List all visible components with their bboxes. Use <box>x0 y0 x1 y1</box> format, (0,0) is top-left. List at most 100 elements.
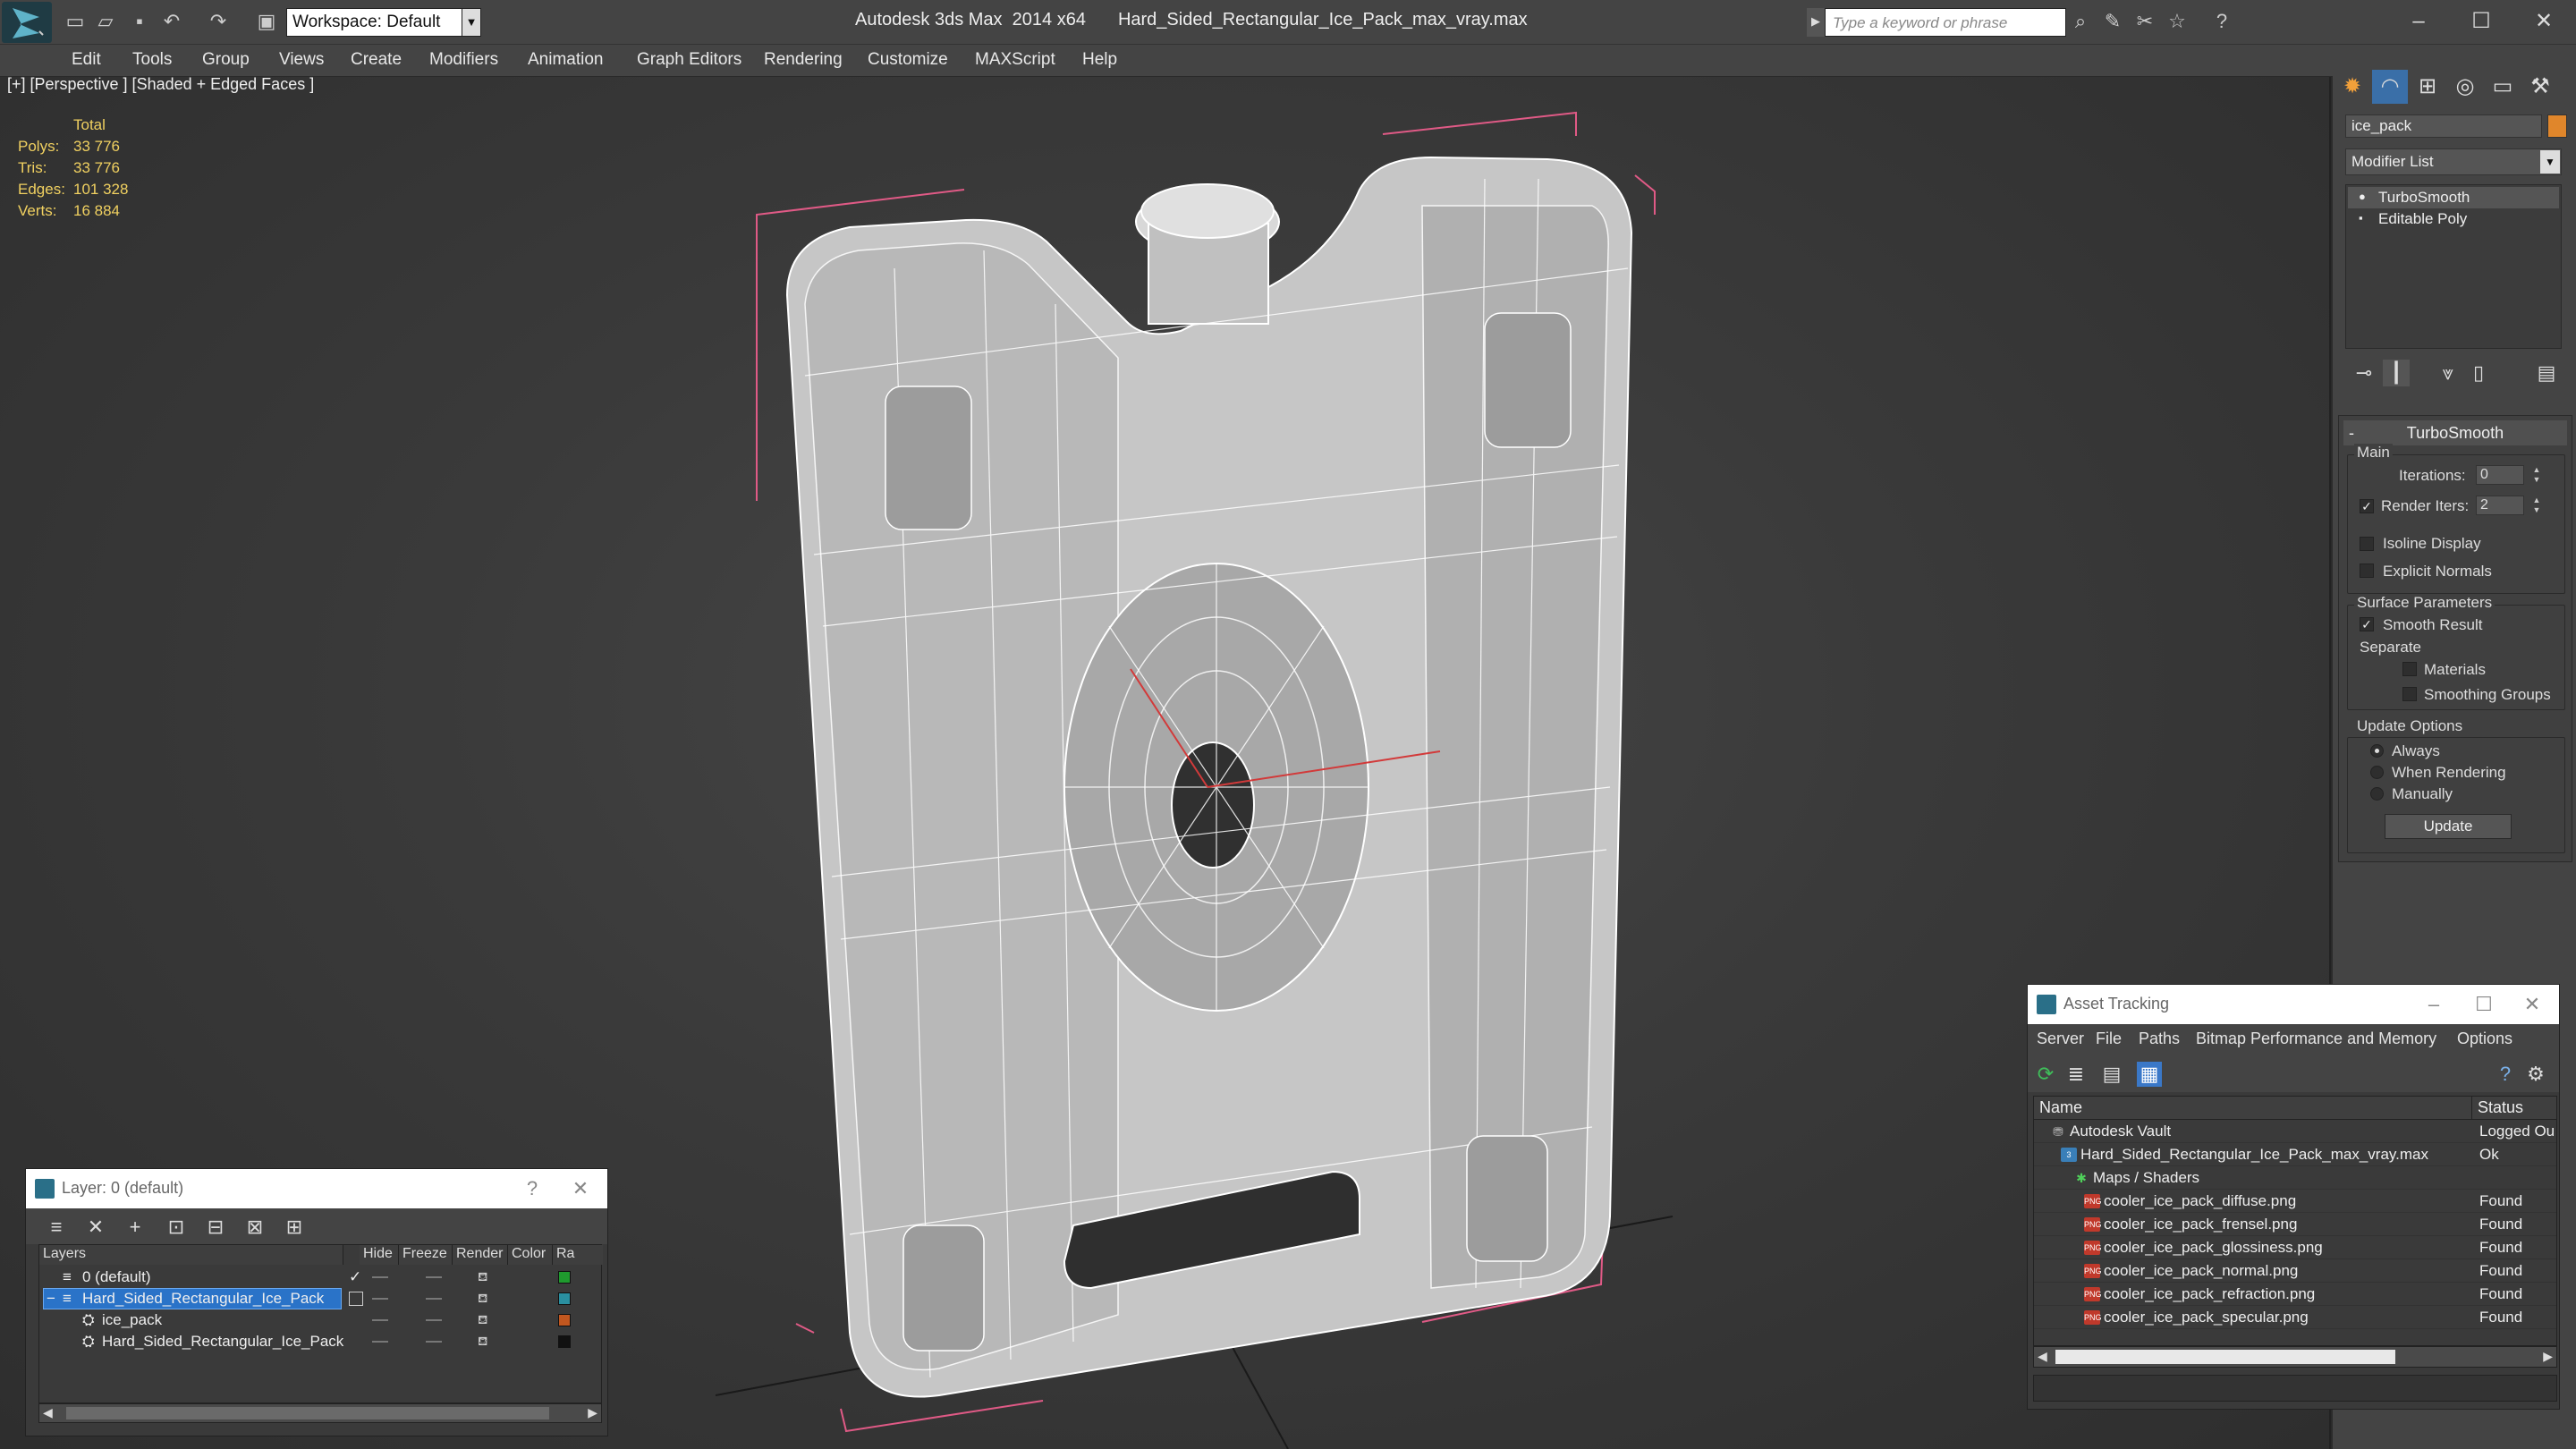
make-unique-icon[interactable]: ⩔ <box>2435 360 2462 386</box>
maximize-button[interactable]: ☐ <box>2454 4 2508 39</box>
layer-color-swatch[interactable] <box>558 1292 571 1305</box>
scroll-right-icon[interactable]: ▶ <box>2543 1349 2553 1364</box>
highlight-selected-icon[interactable]: ⊟ <box>203 1215 228 1240</box>
list-view-icon[interactable]: ≣ <box>2063 1062 2089 1087</box>
layer-color-swatch[interactable] <box>558 1271 571 1284</box>
smoothing-groups-checkbox[interactable] <box>2402 687 2417 701</box>
subscription-icon[interactable]: ✎ <box>2102 11 2123 32</box>
menu-customize[interactable]: Customize <box>868 50 948 70</box>
object-color-swatch[interactable] <box>2547 114 2567 138</box>
hide-toggle[interactable] <box>372 1298 388 1300</box>
redo-icon[interactable]: ↷ <box>208 11 229 32</box>
col-render[interactable]: Render <box>453 1245 508 1265</box>
smooth-result-checkbox[interactable]: ✓ <box>2360 617 2374 631</box>
menu-graph-editors[interactable]: Graph Editors <box>637 50 741 70</box>
asset-row-specular[interactable]: PNG cooler_ice_pack_specular.png Found <box>2034 1306 2556 1329</box>
layer-row-hard-sided-object[interactable]: ⛭ Hard_Sided_Rectangular_Ice_Pack ⛾ <box>39 1331 601 1352</box>
viewport-label[interactable]: [+] [Perspective ] [Shaded + Edged Faces… <box>7 75 314 94</box>
col-freeze[interactable]: Freeze <box>399 1245 453 1265</box>
expand-plus-icon[interactable]: ▪ <box>2359 212 2371 225</box>
layer-color-swatch[interactable] <box>558 1314 571 1326</box>
render-teapot-icon[interactable]: ⛾ <box>478 1291 492 1305</box>
explicit-normals-checkbox[interactable] <box>2360 564 2374 578</box>
freeze-toggle[interactable] <box>426 1341 442 1343</box>
search-input[interactable]: Type a keyword or phrase <box>1825 8 2066 37</box>
menu-help[interactable]: Help <box>1082 50 1117 70</box>
asset-row-frensel[interactable]: PNG cooler_ice_pack_frensel.png Found <box>2034 1213 2556 1236</box>
utilities-tab-icon[interactable]: ⚒ <box>2522 70 2558 104</box>
binoculars-icon[interactable]: ⌕ <box>2070 11 2091 32</box>
active-layer-check-icon[interactable]: ✓ <box>349 1268 361 1286</box>
new-layer-icon[interactable]: ≡ <box>44 1215 69 1240</box>
menu-group[interactable]: Group <box>202 50 250 70</box>
open-file-icon[interactable]: ▱ <box>95 11 116 32</box>
save-file-icon[interactable]: ▪ <box>129 11 150 32</box>
col-status[interactable]: Status <box>2472 1097 2556 1120</box>
pin-stack-icon[interactable]: ⊸ <box>2351 360 2377 386</box>
menu-edit[interactable]: Edit <box>72 50 101 70</box>
isoline-display-checkbox[interactable] <box>2360 537 2374 551</box>
menu-animation[interactable]: Animation <box>528 50 604 70</box>
display-tab-icon[interactable]: ▭ <box>2485 70 2521 104</box>
vault-help-icon[interactable]: ? <box>2493 1062 2518 1087</box>
configure-sets-icon[interactable]: ▤ <box>2533 360 2560 386</box>
freeze-toggle[interactable] <box>426 1319 442 1321</box>
select-objects-icon[interactable]: ⊡ <box>164 1215 189 1240</box>
asset-row-maps-shaders[interactable]: ✱ Maps / Shaders <box>2034 1166 2556 1190</box>
update-manually-radio[interactable] <box>2370 787 2384 801</box>
layer-color-swatch[interactable] <box>558 1335 571 1348</box>
menu-rendering[interactable]: Rendering <box>764 50 843 70</box>
menu-maxscript[interactable]: MAXScript <box>975 50 1055 70</box>
col-color[interactable]: Color <box>508 1245 553 1265</box>
collapse-minus-icon[interactable]: - <box>2349 420 2354 445</box>
asset-row-max-file[interactable]: 3 Hard_Sided_Rectangular_Ice_Pack_max_vr… <box>2034 1143 2556 1166</box>
col-hide[interactable]: Hide <box>360 1245 399 1265</box>
remove-modifier-icon[interactable]: ▯ <box>2465 360 2492 386</box>
render-iters-spinner[interactable]: 2 <box>2476 496 2524 515</box>
stack-item-turbosmooth[interactable]: ● TurboSmooth <box>2348 187 2559 208</box>
project-folder-icon[interactable]: ▣ <box>256 11 277 32</box>
minimize-button[interactable]: – <box>2392 4 2445 39</box>
scroll-thumb[interactable] <box>2055 1350 2395 1364</box>
freeze-toggle[interactable] <box>426 1298 442 1300</box>
thumbnail-view-icon[interactable]: ▤ <box>2099 1062 2124 1087</box>
asset-row-normal[interactable]: PNG cooler_ice_pack_normal.png Found <box>2034 1259 2556 1283</box>
maximize-button[interactable]: ☐ <box>2466 992 2502 1017</box>
menu-options[interactable]: Options <box>2457 1030 2512 1048</box>
freeze-all-layers-icon[interactable]: ⊞ <box>282 1215 307 1240</box>
menu-server[interactable]: Server <box>2037 1030 2084 1048</box>
rollout-title[interactable]: TurboSmooth <box>2343 420 2567 445</box>
hide-toggle[interactable] <box>372 1276 388 1278</box>
workspace-select[interactable]: Workspace: Default <box>286 8 479 37</box>
menu-create[interactable]: Create <box>351 50 402 70</box>
iterations-spinner[interactable]: 0 <box>2476 465 2524 485</box>
modifier-list-dropdown[interactable]: Modifier List <box>2345 148 2562 175</box>
hierarchy-tab-icon[interactable]: ⊞ <box>2410 70 2445 104</box>
menu-file[interactable]: File <box>2096 1030 2122 1048</box>
new-file-icon[interactable]: ▭ <box>64 11 86 32</box>
scroll-right-icon[interactable]: ▶ <box>588 1405 597 1420</box>
spinner-arrows-icon[interactable]: ▲ ▼ <box>2531 465 2542 485</box>
update-always-radio[interactable] <box>2370 744 2384 758</box>
render-teapot-icon[interactable]: ⛾ <box>478 1334 492 1348</box>
col-layers[interactable]: Layers <box>39 1245 343 1265</box>
create-tab-icon[interactable]: ✹ <box>2334 70 2370 104</box>
menu-views[interactable]: Views <box>279 50 324 70</box>
menu-modifiers[interactable]: Modifiers <box>429 50 498 70</box>
close-icon[interactable]: ✕ <box>563 1176 598 1201</box>
delete-layer-icon[interactable]: ✕ <box>83 1215 108 1240</box>
render-teapot-icon[interactable]: ⛾ <box>478 1312 492 1326</box>
communication-icon[interactable]: ✂ <box>2134 11 2156 32</box>
modify-tab-icon[interactable]: ◠ <box>2372 70 2408 104</box>
asset-row-diffuse[interactable]: PNG cooler_ice_pack_diffuse.png Found <box>2034 1190 2556 1213</box>
close-button[interactable]: ✕ <box>2517 4 2571 39</box>
motion-tab-icon[interactable]: ◎ <box>2447 70 2483 104</box>
asset-window-titlebar[interactable]: Asset Tracking – ☐ ✕ <box>2028 985 2559 1024</box>
undo-icon[interactable]: ↶ <box>161 11 182 32</box>
hide-all-layers-icon[interactable]: ⊠ <box>242 1215 267 1240</box>
materials-checkbox[interactable] <box>2402 662 2417 676</box>
stack-item-editable-poly[interactable]: ▪ Editable Poly <box>2348 208 2559 230</box>
help-icon[interactable]: ? <box>2211 11 2233 32</box>
update-button[interactable]: Update <box>2385 814 2512 839</box>
vault-settings-icon[interactable]: ⚙ <box>2523 1062 2548 1087</box>
